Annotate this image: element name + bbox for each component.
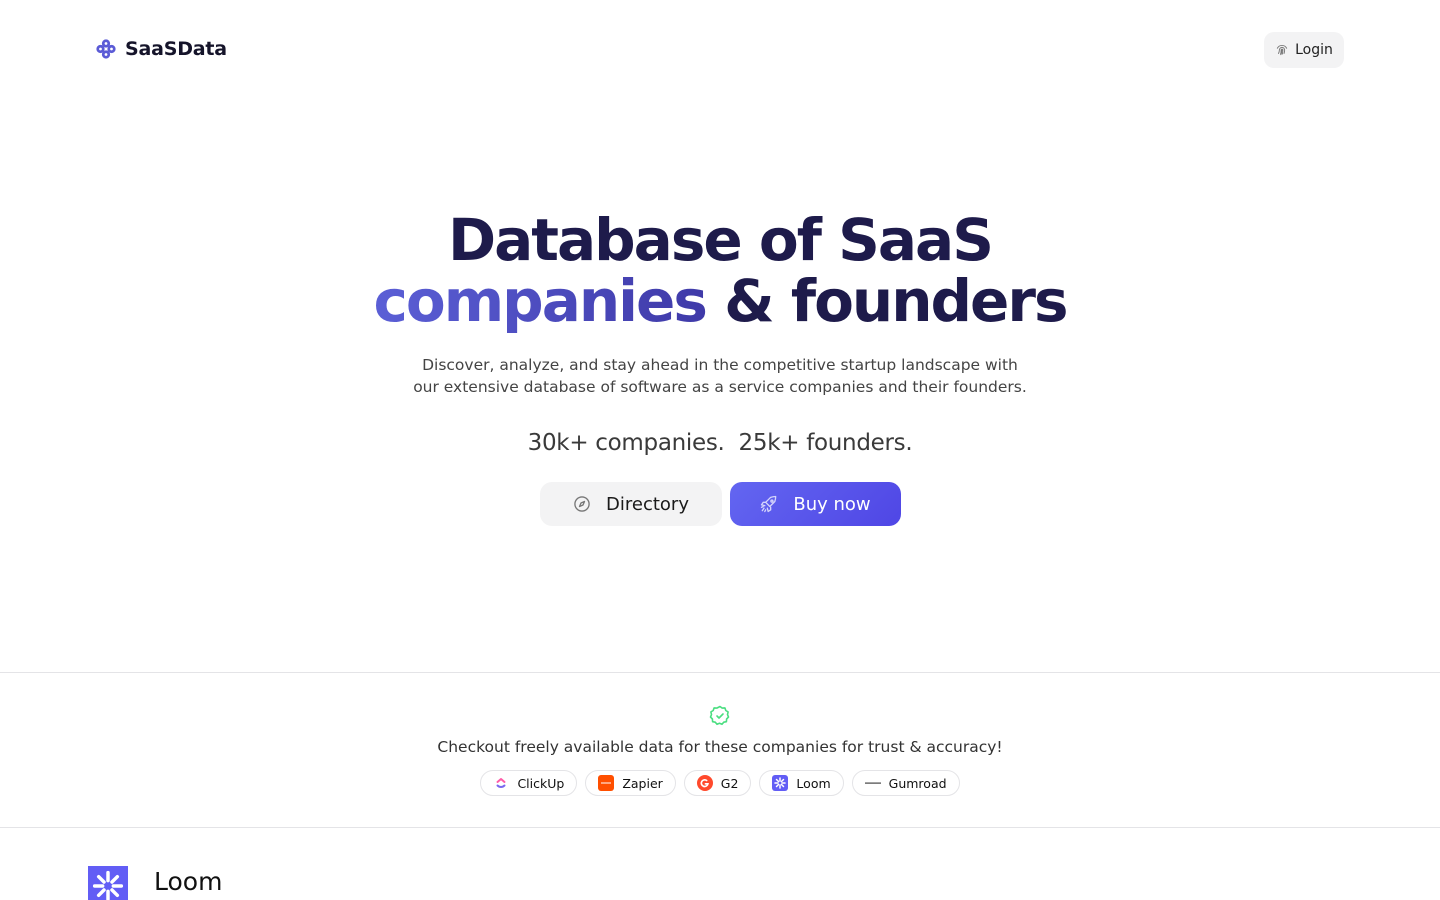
company-chip-label: Gumroad bbox=[888, 775, 947, 791]
hero-stats: 30k+ companies. 25k+ founders. bbox=[0, 430, 1440, 456]
login-button[interactable]: Login bbox=[1264, 32, 1344, 68]
directory-label: Directory bbox=[606, 493, 689, 515]
company-chip-label: Zapier bbox=[622, 775, 663, 791]
gumroad-logo-icon bbox=[864, 775, 881, 791]
stat-founders: 25k+ founders. bbox=[738, 430, 913, 456]
hero-subtitle-line1: Discover, analyze, and stay ahead in the… bbox=[422, 356, 1018, 374]
company-chip-label: ClickUp bbox=[517, 775, 565, 791]
cta-row: Directory Buy now bbox=[0, 482, 1440, 526]
buy-now-button[interactable]: Buy now bbox=[729, 482, 901, 526]
company-chip-gumroad[interactable]: Gumroad bbox=[851, 770, 960, 796]
navbar: SaaSData Login bbox=[0, 0, 1440, 100]
section-divider bbox=[0, 827, 1440, 828]
verified-badge-icon bbox=[709, 705, 730, 726]
hero-title-rest: & founders bbox=[705, 267, 1068, 335]
login-label: Login bbox=[1295, 42, 1333, 58]
hero-subtitle-line2: our extensive database of software as a … bbox=[413, 378, 1027, 396]
featured-company-loom[interactable]: Loom bbox=[88, 866, 222, 900]
brand[interactable]: SaaSData bbox=[95, 38, 227, 60]
company-chip-label: Loom bbox=[796, 775, 831, 791]
trust-text: Checkout freely available data for these… bbox=[437, 738, 1003, 756]
stat-companies: 30k+ companies. bbox=[527, 430, 725, 456]
clover-logo-icon bbox=[96, 39, 116, 59]
section-divider bbox=[0, 672, 1440, 673]
rocket-icon bbox=[761, 495, 777, 513]
hero-title-line1: Database of SaaS bbox=[448, 206, 994, 274]
loom-logo-icon bbox=[772, 775, 789, 791]
directory-button[interactable]: Directory bbox=[539, 482, 722, 526]
trust-section: Checkout freely available data for these… bbox=[0, 704, 1440, 796]
compass-icon bbox=[574, 496, 590, 512]
zapier-logo-icon bbox=[598, 775, 615, 791]
hero-title: Database of SaaS companies & founders bbox=[0, 210, 1440, 332]
g2-logo-icon bbox=[696, 775, 713, 791]
clickup-logo-icon bbox=[493, 775, 509, 791]
company-chips: ClickUp Zapier G2 Loom Gumroad bbox=[0, 770, 1440, 796]
company-chip-clickup[interactable]: ClickUp bbox=[480, 770, 578, 796]
hero-title-accent: companies bbox=[373, 267, 708, 335]
brand-name: SaaSData bbox=[125, 38, 227, 60]
loom-logo-icon bbox=[88, 866, 128, 900]
company-chip-label: G2 bbox=[720, 775, 739, 791]
company-chip-loom[interactable]: Loom bbox=[759, 770, 844, 796]
fingerprint-icon bbox=[1276, 45, 1288, 56]
company-chip-zapier[interactable]: Zapier bbox=[585, 770, 676, 796]
hero-subtitle: Discover, analyze, and stay ahead in the… bbox=[0, 354, 1440, 398]
hero-section: Database of SaaS companies & founders Di… bbox=[0, 210, 1440, 457]
buy-now-label: Buy now bbox=[793, 493, 871, 515]
company-chip-g2[interactable]: G2 bbox=[683, 770, 752, 796]
featured-company-name: Loom bbox=[154, 866, 223, 896]
